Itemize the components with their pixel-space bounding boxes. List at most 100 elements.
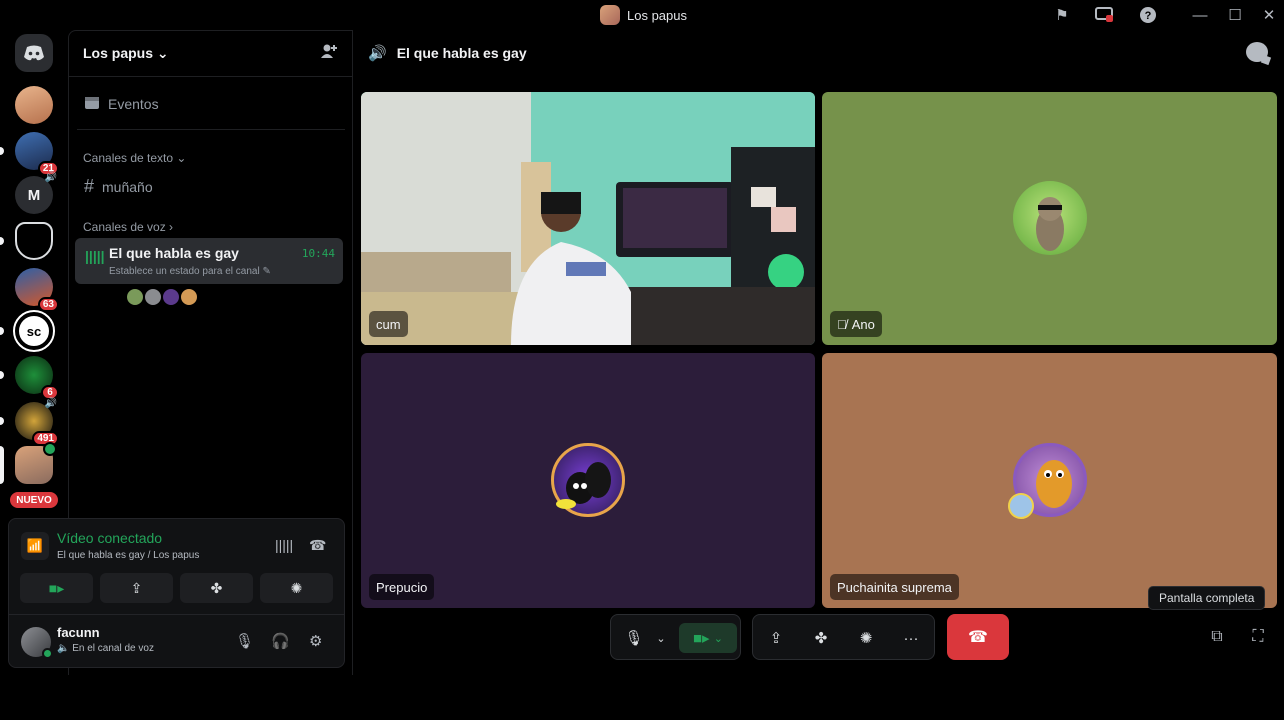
svg-text:?: ? <box>1145 10 1152 22</box>
window-title-text: Los papus <box>627 7 687 23</box>
call-duration: 10:44 <box>301 247 335 260</box>
microphone-icon[interactable]: 🎙 <box>235 632 254 650</box>
speaker-icon: 🔊 <box>44 398 57 409</box>
server-icon-current[interactable] <box>0 442 57 484</box>
connection-signal-icon[interactable]: 📶 <box>21 532 49 560</box>
voice-connection-panel: 📶 Vídeo conectado El que habla es gay / … <box>8 518 345 668</box>
avatar[interactable] <box>125 287 145 307</box>
video-camera-icon: ■▸ <box>48 579 65 596</box>
close-icon[interactable]: ✕ <box>1259 5 1279 25</box>
soundboard-icon: ✺ <box>290 579 303 596</box>
mic-muted-icon: 🎙̸ <box>837 316 847 332</box>
activity-controls: ⇪ ✤ ✺ ··· <box>752 614 935 660</box>
voice-activity-icon: ||||| <box>85 248 105 264</box>
camera-toggle-button[interactable]: ■▸ ⌄ <box>679 623 737 653</box>
audio-video-controls: 🎙 ⌄ ■▸ ⌄ <box>610 614 741 660</box>
text-channel-item[interactable]: # muñaño <box>84 176 153 197</box>
discord-home-button[interactable] <box>15 34 53 72</box>
main-header: 🔊 El que habla es gay <box>354 30 1284 76</box>
voice-channel-name: El que habla es gay <box>109 245 239 261</box>
soundboard-button[interactable]: ✺ <box>260 573 333 603</box>
events-label: Eventos <box>108 96 159 112</box>
phone-hangup-icon: ☎ <box>968 629 988 646</box>
screen-share-icon[interactable]: ⇪ <box>763 623 789 653</box>
camera-toggle-button[interactable]: ■▸ <box>20 573 93 603</box>
mic-options-chevron-icon[interactable]: ⌄ <box>651 623 671 653</box>
server-icon[interactable]: 🔊 491 <box>0 398 59 446</box>
server-icon[interactable]: 6 <box>0 356 59 400</box>
avatar[interactable] <box>161 287 181 307</box>
speaker-icon: 🔊 <box>44 172 57 183</box>
voice-channels-category[interactable]: Canales de voz › <box>83 220 173 234</box>
activities-icon[interactable]: ✤ <box>808 623 834 653</box>
activities-button[interactable]: ✤ <box>180 573 253 603</box>
server-icon[interactable]: M 🔊 <box>15 172 57 214</box>
calendar-icon <box>84 95 100 113</box>
unread-badge: 63 <box>37 297 59 312</box>
screen-share-icon[interactable] <box>1094 5 1114 25</box>
discord-logo-icon <box>15 34 53 72</box>
soundboard-icon[interactable]: ✺ <box>853 623 879 653</box>
avatar[interactable] <box>179 287 199 307</box>
fullscreen-icon[interactable]: ⛶ <box>1247 626 1269 648</box>
video-tile-avatar[interactable]: Prepucio <box>361 353 815 608</box>
maximize-icon[interactable]: ☐ <box>1225 5 1245 25</box>
more-options-icon[interactable]: ··· <box>898 623 924 653</box>
hash-icon: # <box>84 176 95 196</box>
server-icon[interactable] <box>0 222 53 260</box>
server-icon[interactable] <box>15 86 53 124</box>
channel-status-placeholder[interactable]: Establece un estado para el canal ✎ <box>109 266 271 277</box>
voice-channel-item[interactable]: ||||| El que habla es gay Establece un e… <box>75 238 343 284</box>
participant-avatar <box>551 443 625 517</box>
server-icon[interactable]: 63 <box>15 268 59 312</box>
pop-out-icon[interactable]: ⧉ <box>1206 626 1228 648</box>
server-name[interactable]: Los papus ⌄ <box>83 45 169 62</box>
video-tile-avatar[interactable]: 🎙̸ Ano <box>822 92 1277 345</box>
camera-options-chevron-icon[interactable]: ⌄ <box>714 632 723 645</box>
video-tile-camera[interactable]: cum <box>361 92 815 345</box>
video-camera-icon: ■▸ <box>693 630 710 647</box>
help-icon[interactable]: ? <box>1138 5 1158 25</box>
speaker-icon: 🔊 <box>368 45 387 62</box>
server-icon[interactable]: 21 <box>0 132 59 176</box>
title-bar: Los papus ⚑ ? — ☐ ✕ <box>0 0 1284 30</box>
flag-icon[interactable]: ⚑ <box>1052 5 1072 25</box>
text-channel-label: muñaño <box>102 178 153 195</box>
activities-icon: ✤ <box>210 579 223 596</box>
microphone-icon[interactable]: 🎙 <box>621 623 647 653</box>
disconnect-button[interactable]: ☎ <box>947 614 1009 660</box>
user-status: 🔈 En el canal de voz <box>57 643 154 654</box>
avatar[interactable] <box>143 287 163 307</box>
user-avatar[interactable] <box>21 627 53 659</box>
connection-status[interactable]: Vídeo conectado <box>57 530 162 546</box>
events-link[interactable]: Eventos <box>84 95 159 113</box>
share-screen-button[interactable]: ⇪ <box>100 573 173 603</box>
participant-avatar <box>1013 181 1087 255</box>
username[interactable]: facunn <box>57 625 100 640</box>
divider <box>9 614 344 615</box>
text-channels-category[interactable]: Canales de texto ⌄ <box>83 151 186 165</box>
invite-people-icon[interactable] <box>320 43 338 64</box>
participant-label: Puchainita suprema <box>830 574 959 600</box>
server-thumbnail-icon <box>600 5 620 25</box>
headphones-icon[interactable]: 🎧 <box>271 632 290 650</box>
video-indicator-icon <box>43 442 57 456</box>
camera-feed <box>361 92 815 345</box>
settings-gear-icon[interactable]: ⚙ <box>309 632 322 650</box>
online-status-icon <box>42 648 53 659</box>
new-badge: NUEVO <box>8 490 60 510</box>
connection-location[interactable]: El que habla es gay / Los papus <box>57 550 199 561</box>
chevron-down-icon: ⌄ <box>156 45 169 61</box>
voice-channel-users <box>125 287 199 307</box>
noise-suppression-icon[interactable]: ||||| <box>275 537 293 553</box>
server-icon[interactable]: sc <box>0 310 55 352</box>
server-header[interactable]: Los papus ⌄ <box>69 31 352 77</box>
page-title: El que habla es gay <box>396 45 527 61</box>
video-tile-avatar[interactable]: Puchainita suprema <box>822 353 1277 608</box>
divider <box>77 129 345 130</box>
window-title: Los papus <box>600 5 687 25</box>
disconnect-icon[interactable]: ☎ <box>309 537 326 554</box>
minimize-icon[interactable]: — <box>1190 5 1210 25</box>
participant-label: Prepucio <box>369 574 435 600</box>
chat-bubble-icon[interactable] <box>1246 42 1268 62</box>
